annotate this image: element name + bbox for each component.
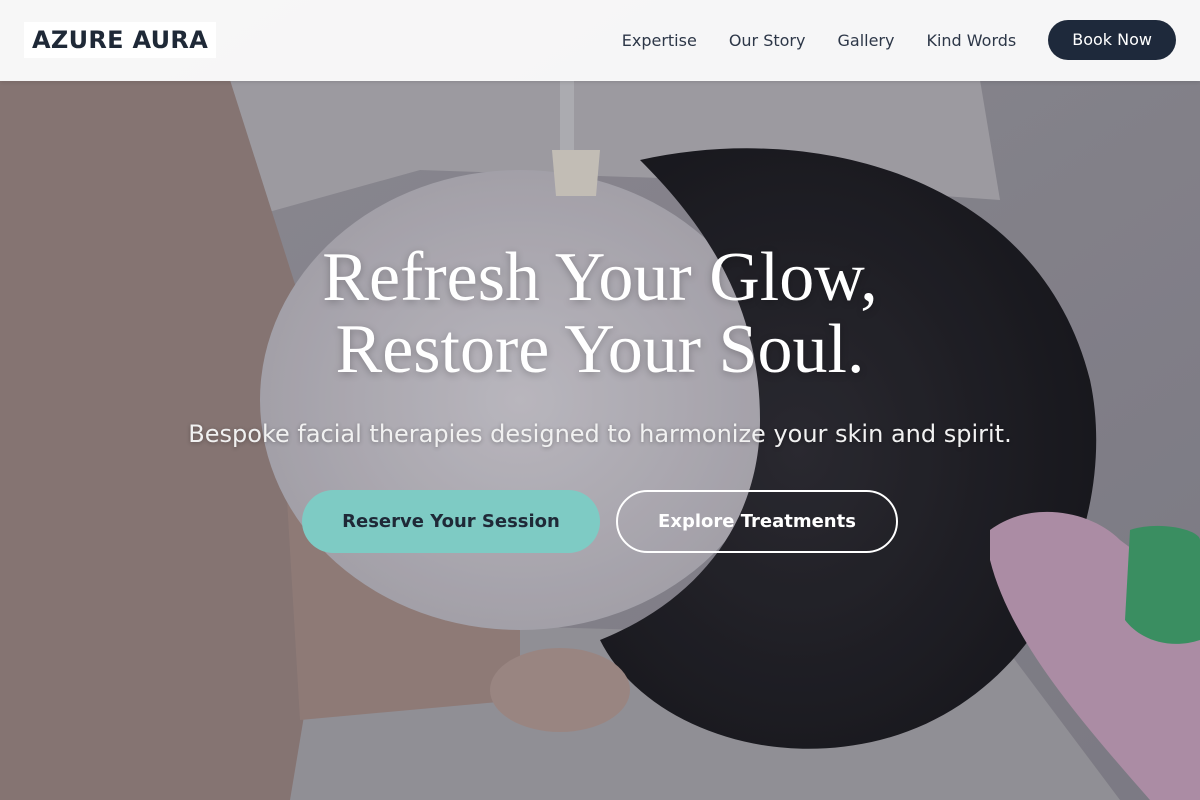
nav-link-expertise[interactable]: Expertise bbox=[622, 31, 697, 50]
nav-link-our-story[interactable]: Our Story bbox=[729, 31, 806, 50]
hero-title: Refresh Your Glow, Restore Your Soul. bbox=[0, 242, 1200, 386]
reserve-session-button[interactable]: Reserve Your Session bbox=[302, 490, 600, 553]
site-header: AZURE AURA Expertise Our Story Gallery K… bbox=[0, 0, 1200, 81]
hero-cta-row: Reserve Your Session Explore Treatments bbox=[0, 490, 1200, 553]
explore-treatments-button[interactable]: Explore Treatments bbox=[616, 490, 898, 553]
hero-content: Refresh Your Glow, Restore Your Soul. Be… bbox=[0, 242, 1200, 553]
nav-link-kind-words[interactable]: Kind Words bbox=[926, 31, 1016, 50]
book-now-button[interactable]: Book Now bbox=[1048, 20, 1176, 60]
hero-subtitle: Bespoke facial therapies designed to har… bbox=[188, 420, 1012, 448]
hero-title-line-2: Restore Your Soul. bbox=[335, 311, 865, 388]
nav-link-gallery[interactable]: Gallery bbox=[837, 31, 894, 50]
brand-logo[interactable]: AZURE AURA bbox=[24, 22, 217, 58]
main-nav: Expertise Our Story Gallery Kind Words B… bbox=[590, 20, 1176, 60]
hero-title-line-1: Refresh Your Glow, bbox=[322, 239, 878, 316]
